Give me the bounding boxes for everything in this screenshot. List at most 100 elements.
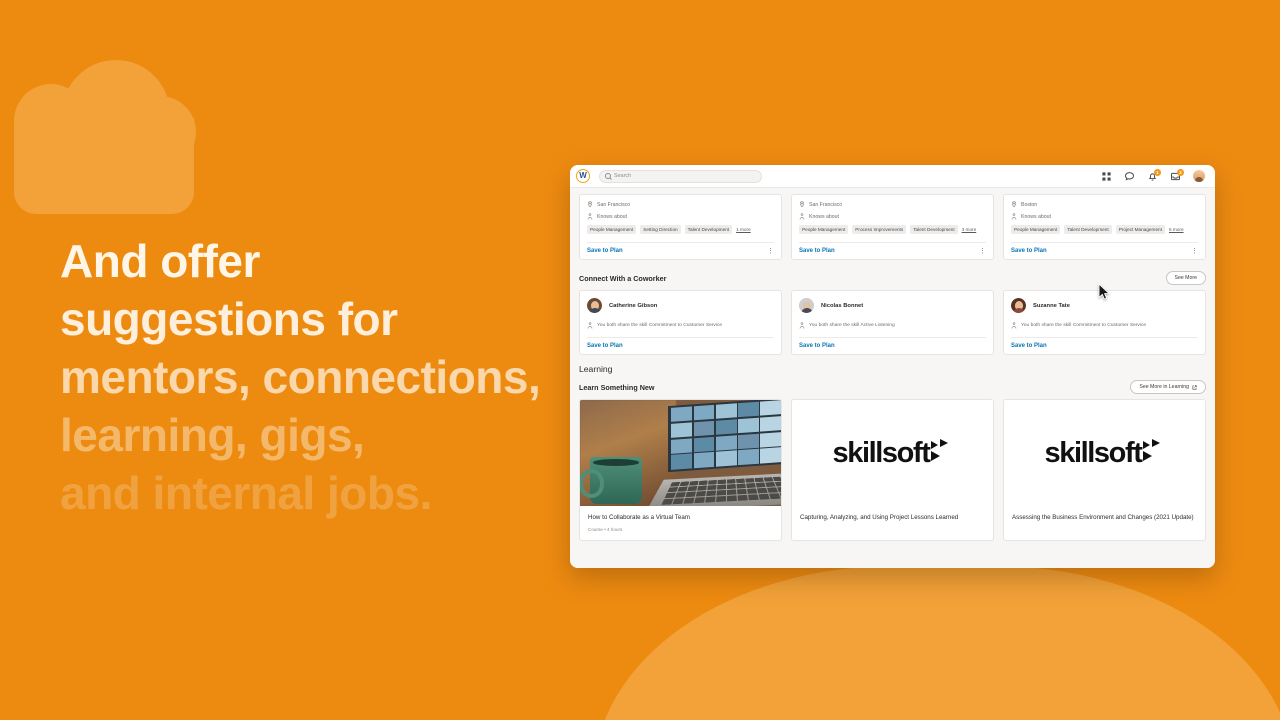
coworker-identity: Catherine Gibson	[587, 298, 774, 313]
card-footer: Save to Plan	[587, 337, 774, 349]
mentor-card[interactable]: San Francisco Knows about People Managem…	[791, 194, 994, 260]
header-icon-group: 1 2	[1101, 168, 1207, 182]
card-footer: Save to Plan	[1011, 337, 1198, 349]
headline-line-2: suggestions for	[60, 293, 398, 345]
learning-card-body: How to Collaborate as a Virtual Team Cou…	[580, 506, 781, 540]
save-to-plan-button[interactable]: Save to Plan	[799, 248, 835, 254]
mentor-card[interactable]: San Francisco Knows about People Managem…	[579, 194, 782, 260]
learning-card-body: Assessing the Business Environment and C…	[1004, 506, 1205, 535]
person-icon	[587, 213, 593, 220]
knows-about-label: Knows about	[1021, 213, 1051, 220]
learning-card-title: Assessing the Business Environment and C…	[1012, 514, 1194, 521]
person-icon	[1011, 213, 1017, 220]
more-skills-link[interactable]: 5 more	[1169, 225, 1184, 234]
person-icon	[587, 322, 593, 329]
knows-about-line: Knows about	[799, 213, 986, 220]
location-line: San Francisco	[587, 201, 774, 208]
shared-skill-text: You both share the skill Commitment to C…	[1021, 323, 1147, 328]
coworker-section-header: Connect With a Coworker See More	[579, 271, 1206, 285]
workday-logo[interactable]: W	[576, 169, 590, 183]
learning-card[interactable]: skillsoft Assessing the Business Environ…	[1003, 399, 1206, 541]
kebab-menu-icon[interactable]: ⋮	[1191, 248, 1198, 255]
skillsoft-wordmark: skillsoft	[1044, 436, 1143, 469]
skill-tag: People Management	[799, 225, 849, 234]
save-to-plan-button[interactable]: Save to Plan	[1011, 248, 1047, 254]
skill-tag-list: People Management Process Improvements T…	[799, 225, 986, 234]
knows-about-label: Knows about	[597, 213, 627, 220]
learning-card-meta: Course • 4 hours	[588, 526, 623, 532]
search-icon	[605, 173, 611, 179]
cloud-lobe	[124, 96, 196, 168]
skillsoft-logo: skillsoft	[792, 400, 993, 506]
learning-section: Learning Learn Something New See More in…	[579, 364, 1206, 541]
card-footer: Save to Plan	[799, 337, 986, 349]
chat-bubble-icon[interactable]	[1124, 171, 1135, 182]
apps-grid-icon[interactable]	[1101, 171, 1112, 182]
mentor-card[interactable]: Boston Knows about People Management Tal…	[1003, 194, 1206, 260]
see-more-button[interactable]: See More	[1165, 271, 1206, 285]
mouse-pointer	[1098, 283, 1110, 301]
kebab-menu-icon[interactable]: ⋮	[767, 248, 774, 255]
card-footer: Save to Plan ⋮	[587, 242, 774, 255]
coworker-name: Catherine Gibson	[609, 302, 658, 309]
person-icon	[799, 322, 805, 329]
see-more-in-learning-label: See More in Learning	[1139, 384, 1189, 390]
shared-skill-text: You both share the skill Active Listenin…	[809, 323, 895, 328]
person-icon	[799, 213, 805, 220]
skillsoft-logo: skillsoft	[1004, 400, 1205, 506]
location-line: San Francisco	[799, 201, 986, 208]
cloud-decoration	[14, 60, 196, 214]
shared-skill-line: You both share the skill Commitment to C…	[1011, 322, 1198, 329]
app-content: San Francisco Knows about People Managem…	[570, 188, 1215, 568]
more-skills-link[interactable]: 1 more	[736, 225, 751, 234]
notification-badge: 1	[1154, 168, 1161, 176]
headline-line-3: mentors, connections,	[60, 351, 541, 403]
external-link-icon	[1192, 384, 1197, 390]
location-text: San Francisco	[809, 201, 843, 208]
see-more-in-learning-button[interactable]: See More in Learning	[1130, 380, 1206, 394]
save-to-plan-button[interactable]: Save to Plan	[1011, 343, 1047, 349]
save-to-plan-button[interactable]: Save to Plan	[587, 248, 623, 254]
learning-card-row: How to Collaborate as a Virtual Team Cou…	[579, 399, 1206, 541]
kebab-menu-icon[interactable]: ⋮	[979, 248, 986, 255]
skillsoft-arrows-icon	[930, 438, 953, 465]
app-header: W Search 1 2	[570, 165, 1215, 188]
more-skills-link[interactable]: 3 more	[962, 225, 977, 234]
location-text: Boston	[1021, 201, 1038, 208]
skill-tag: People Management	[587, 225, 637, 234]
see-more-label: See More	[1174, 275, 1198, 281]
save-to-plan-button[interactable]: Save to Plan	[587, 343, 623, 349]
location-pin-icon	[1011, 201, 1017, 208]
skill-tag: Talent Development	[910, 225, 958, 234]
knows-about-label: Knows about	[809, 213, 839, 220]
avatar	[587, 298, 602, 313]
location-pin-icon	[587, 201, 593, 208]
location-text: San Francisco	[597, 201, 631, 208]
location-pin-icon	[799, 201, 805, 208]
skillsoft-wordmark: skillsoft	[832, 436, 931, 469]
avatar	[799, 298, 814, 313]
save-to-plan-button[interactable]: Save to Plan	[799, 343, 835, 349]
coworker-card[interactable]: Catherine Gibson You both share the skil…	[579, 290, 782, 355]
learn-something-new-title: Learn Something New	[579, 382, 655, 392]
skill-tag: People Management	[1011, 225, 1061, 234]
shared-skill-text: You both share the skill Commitment to C…	[597, 323, 723, 328]
search-input[interactable]: Search	[599, 169, 762, 183]
learning-card[interactable]: How to Collaborate as a Virtual Team Cou…	[579, 399, 782, 541]
learn-something-new-header: Learn Something New See More in Learning	[579, 380, 1206, 394]
learning-section-title: Learning	[579, 364, 613, 374]
inbox-icon[interactable]: 2	[1170, 168, 1184, 182]
person-icon	[1011, 322, 1017, 329]
shared-skill-line: You both share the skill Active Listenin…	[799, 322, 986, 329]
virtual-team-photo	[580, 400, 781, 506]
skill-tag: Project Management	[1115, 225, 1165, 234]
coworker-card[interactable]: Nicolas Bonnet You both share the skill …	[791, 290, 994, 355]
coworker-section-title: Connect With a Coworker	[579, 273, 667, 283]
learning-card[interactable]: skillsoft Capturing, Analyzing, and Usin…	[791, 399, 994, 541]
profile-avatar[interactable]	[1193, 170, 1205, 182]
skill-tag: Process Improvements	[852, 225, 907, 234]
card-footer: Save to Plan ⋮	[1011, 242, 1198, 255]
notification-bell-icon[interactable]: 1	[1147, 168, 1161, 182]
coworker-card-row: Catherine Gibson You both share the skil…	[579, 290, 1206, 355]
skill-tag: Setting Direction	[640, 225, 681, 234]
